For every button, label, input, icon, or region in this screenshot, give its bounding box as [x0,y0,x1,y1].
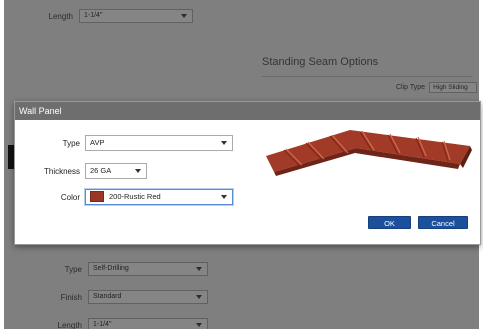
wall-panel-dialog: Wall Panel Type AVP Thickness 26 GA Colo… [14,101,481,245]
thickness-label: Thickness [43,166,80,176]
chevron-down-icon [135,169,141,173]
type-value: AVP [90,138,105,147]
thickness-row: Thickness 26 GA [15,163,147,179]
type-select[interactable]: AVP [85,135,233,151]
cancel-button[interactable]: Cancel [418,216,468,229]
thickness-select[interactable]: 26 GA [85,163,147,179]
screen: Length 1-1/4" Standing Seam Options Clip… [0,0,483,329]
color-select[interactable]: 200-Rustic Red [85,189,233,205]
ok-button[interactable]: OK [368,216,411,229]
color-swatch [90,191,104,203]
type-label: Type [62,138,80,148]
thickness-value: 26 GA [90,166,112,175]
panel-profile-icon [266,130,472,176]
color-label: Color [60,192,80,202]
type-row: Type AVP [15,135,233,151]
chevron-down-icon [221,141,227,145]
color-value: 200-Rustic Red [109,192,161,201]
color-row: Color 200-Rustic Red [15,189,233,205]
chevron-down-icon [221,195,227,199]
